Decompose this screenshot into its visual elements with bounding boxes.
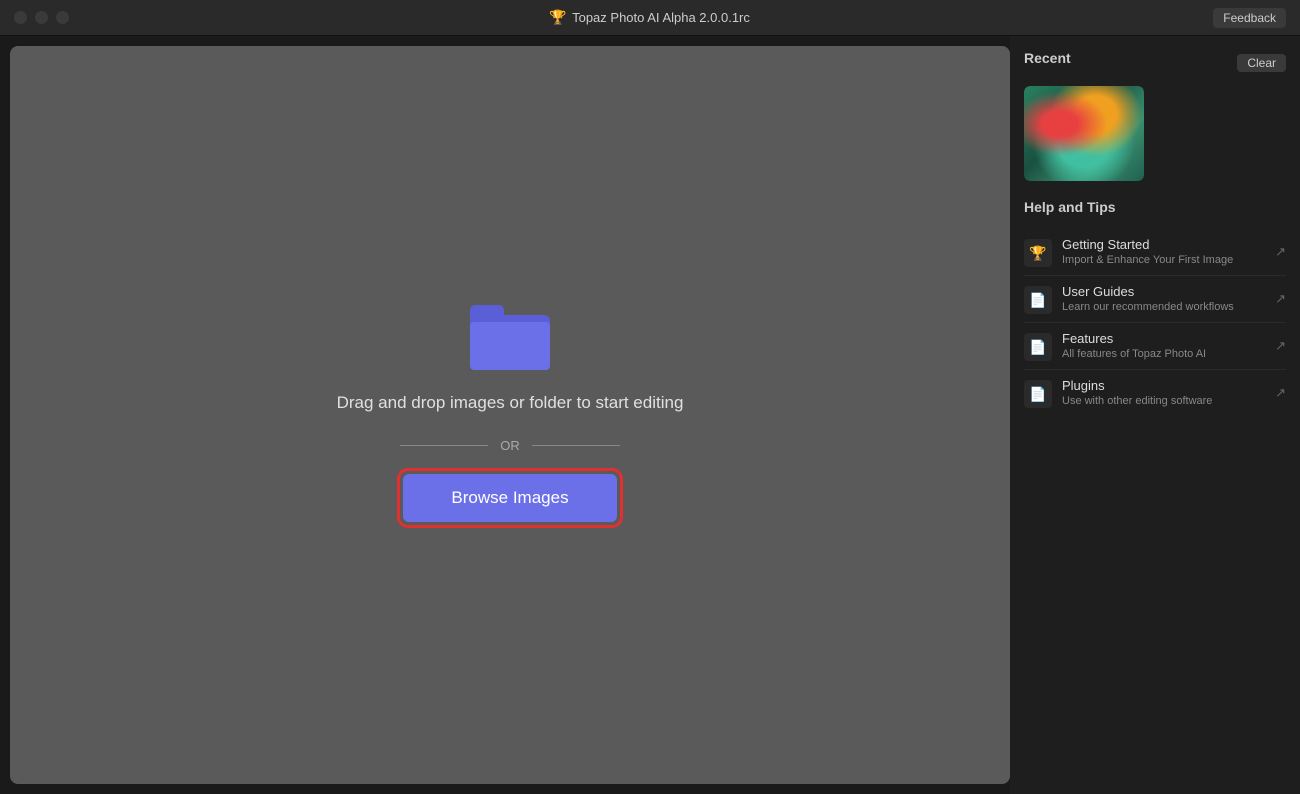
or-label: OR [500,438,520,453]
features-content: Features All features of Topaz Photo AI [1062,331,1265,360]
plugins-title: Plugins [1062,378,1265,393]
browse-images-button[interactable]: Browse Images [403,474,616,522]
help-title: Help and Tips [1024,199,1286,215]
user-guides-icon: 📄 [1024,286,1052,314]
recent-section: Recent Clear [1024,50,1286,181]
external-link-icon-user-guides: ↗ [1275,291,1286,307]
help-item-plugins[interactable]: 📄 Plugins Use with other editing softwar… [1024,370,1286,416]
help-item-user-guides[interactable]: 📄 User Guides Learn our recommended work… [1024,276,1286,323]
features-icon: 📄 [1024,333,1052,361]
external-link-icon-getting-started: ↗ [1275,244,1286,260]
or-divider: OR [400,438,620,453]
drop-zone-area[interactable]: Drag and drop images or folder to start … [10,46,1010,784]
user-guides-subtitle: Learn our recommended workflows [1062,301,1265,313]
plugins-icon: 📄 [1024,380,1052,408]
feedback-button[interactable]: Feedback [1213,8,1286,28]
minimize-button[interactable] [35,11,48,24]
plugins-subtitle: Use with other editing software [1062,395,1265,407]
features-subtitle: All features of Topaz Photo AI [1062,348,1265,360]
topaz-icon: 🏆 [550,10,566,26]
features-title: Features [1062,331,1265,346]
titlebar: 🏆 Topaz Photo AI Alpha 2.0.0.1rc Feedbac… [0,0,1300,36]
help-item-getting-started[interactable]: 🏆 Getting Started Import & Enhance Your … [1024,229,1286,276]
close-button[interactable] [14,11,27,24]
browse-button-highlight: Browse Images [400,471,619,525]
getting-started-content: Getting Started Import & Enhance Your Fi… [1062,237,1265,266]
window-controls [14,11,69,24]
getting-started-subtitle: Import & Enhance Your First Image [1062,254,1265,266]
app-body: Drag and drop images or folder to start … [0,36,1300,794]
recent-label: Recent [1024,50,1071,66]
getting-started-icon: 🏆 [1024,239,1052,267]
user-guides-content: User Guides Learn our recommended workfl… [1062,284,1265,313]
recent-header: Recent Clear [1024,50,1286,76]
external-link-icon-features: ↗ [1275,338,1286,354]
clear-recent-button[interactable]: Clear [1237,54,1286,72]
recent-thumbnail[interactable] [1024,86,1144,181]
drag-drop-text: Drag and drop images or folder to start … [337,390,684,416]
user-guides-title: User Guides [1062,284,1265,299]
chameleon-image [1024,86,1144,181]
app-title: 🏆 Topaz Photo AI Alpha 2.0.0.1rc [550,10,750,26]
external-link-icon-plugins: ↗ [1275,385,1286,401]
folder-icon [470,305,550,370]
help-section: Help and Tips 🏆 Getting Started Import &… [1024,199,1286,780]
drop-zone: Drag and drop images or folder to start … [337,305,684,525]
getting-started-title: Getting Started [1062,237,1265,252]
left-divider-line [400,445,488,446]
sidebar: Recent Clear Help and Tips 🏆 Getting Sta… [1010,36,1300,794]
maximize-button[interactable] [56,11,69,24]
right-divider-line [532,445,620,446]
help-item-features[interactable]: 📄 Features All features of Topaz Photo A… [1024,323,1286,370]
plugins-content: Plugins Use with other editing software [1062,378,1265,407]
